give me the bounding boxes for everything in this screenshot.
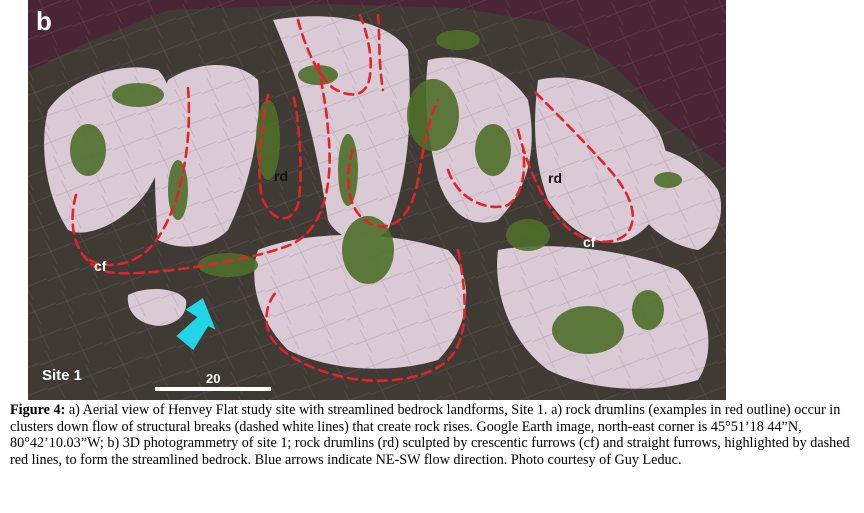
- crescentic-furrow-label: cf: [583, 234, 596, 250]
- rock-drumlin-label: rd: [274, 168, 288, 184]
- crescentic-furrow-label: cf: [94, 258, 107, 274]
- panel-letter: b: [36, 6, 52, 36]
- site-map-graphic: [28, 0, 726, 400]
- fracture-texture: [28, 0, 726, 400]
- site-label: Site 1: [42, 367, 83, 384]
- caption-text: a) Aerial view of Henvey Flat study site…: [10, 402, 850, 468]
- rock-drumlin-label: rd: [548, 170, 562, 186]
- aerial-photogrammetry-image: b Site 1 20 rd rd cf cf: [28, 0, 726, 400]
- caption-label: Figure 4:: [10, 402, 66, 418]
- scale-bar: [155, 387, 271, 391]
- scale-bar-label: 20: [206, 371, 221, 386]
- figure-caption: Figure 4: a) Aerial view of Henvey Flat …: [10, 402, 856, 468]
